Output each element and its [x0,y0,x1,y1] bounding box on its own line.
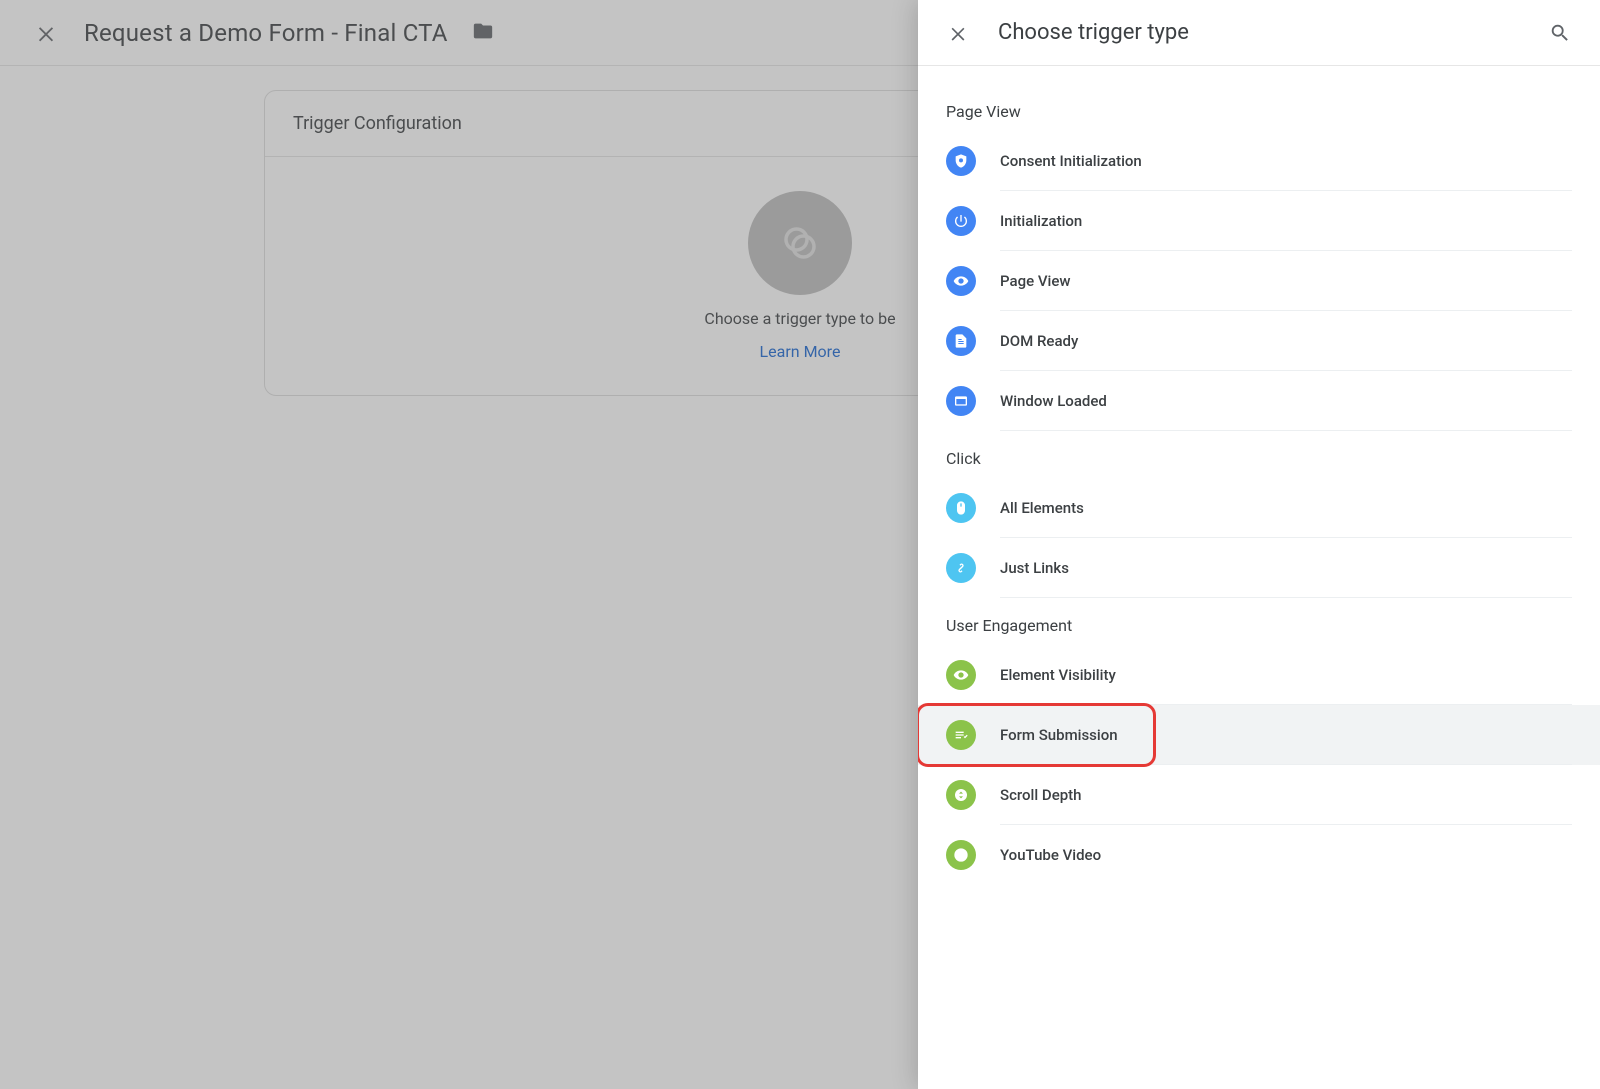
trigger-option-all-elements[interactable]: All Elements [918,478,1600,538]
choose-trigger-drawer: Choose trigger type Page ViewConsent Ini… [918,0,1600,1089]
trigger-option-just-links[interactable]: Just Links [918,538,1600,598]
trigger-label: Scroll Depth [1000,765,1572,825]
trigger-option-window-loaded[interactable]: Window Loaded [918,371,1600,431]
trigger-option-init[interactable]: Initialization [918,191,1600,251]
mouse-icon [946,493,976,523]
trigger-label: YouTube Video [1000,825,1572,885]
scroll-icon [946,780,976,810]
window-icon [946,386,976,416]
trigger-option-dom-ready[interactable]: DOM Ready [918,311,1600,371]
trigger-option-form-submission[interactable]: Form Submission [918,705,1600,765]
trigger-label: Consent Initialization [1000,131,1572,191]
trigger-label: Initialization [1000,191,1572,251]
form-icon [946,720,976,750]
doc-icon [946,326,976,356]
section-title: Click [918,431,1600,478]
trigger-label: DOM Ready [1000,311,1572,371]
eye-icon [946,660,976,690]
trigger-label: Form Submission [1000,705,1572,765]
drawer-title: Choose trigger type [998,20,1520,45]
search-icon[interactable] [1546,19,1574,47]
trigger-label: Page View [1000,251,1572,311]
trigger-option-page-view[interactable]: Page View [918,251,1600,311]
eye-icon [946,266,976,296]
trigger-option-element-visibility[interactable]: Element Visibility [918,645,1600,705]
play-icon [946,840,976,870]
power-icon [946,206,976,236]
trigger-option-youtube-video[interactable]: YouTube Video [918,825,1600,885]
trigger-label: Just Links [1000,538,1572,598]
link-icon [946,553,976,583]
trigger-option-scroll-depth[interactable]: Scroll Depth [918,765,1600,825]
drawer-header: Choose trigger type [918,0,1600,66]
trigger-option-consent-init[interactable]: Consent Initialization [918,131,1600,191]
trigger-label: Element Visibility [1000,645,1572,705]
drawer-body: Page ViewConsent InitializationInitializ… [918,66,1600,1089]
trigger-label: All Elements [1000,478,1572,538]
shield-icon [946,146,976,176]
drawer-close-icon[interactable] [944,19,972,47]
section-title: User Engagement [918,598,1600,645]
trigger-label: Window Loaded [1000,371,1572,431]
section-title: Page View [918,84,1600,131]
